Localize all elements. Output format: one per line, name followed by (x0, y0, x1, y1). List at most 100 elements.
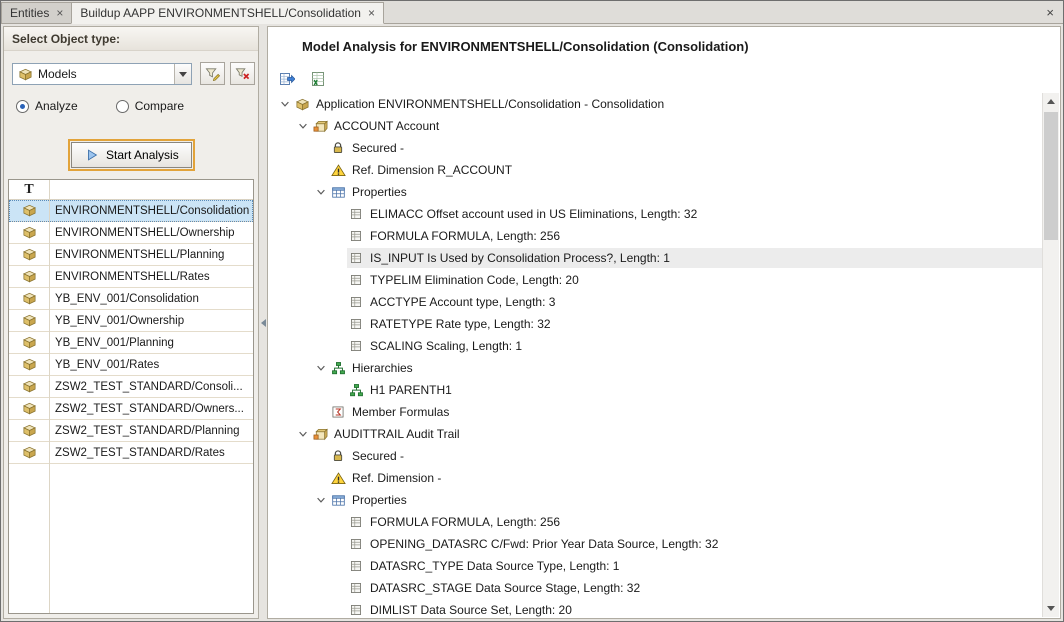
tree-node-content: DIMLIST Data Source Set, Length: 20 (347, 600, 1042, 617)
tree-node[interactable]: DATASRC_TYPE Data Source Type, Length: 1 (269, 555, 1042, 577)
chevron-down-icon[interactable] (313, 362, 329, 374)
model-list-item[interactable]: YB_ENV_001/Planning (9, 332, 253, 354)
tree-indent (277, 258, 331, 259)
tree-node-label: RATETYPE Rate type, Length: 32 (370, 317, 551, 331)
tree-node[interactable]: Member Formulas (269, 401, 1042, 423)
tree-node[interactable]: SCALING Scaling, Length: 1 (269, 335, 1042, 357)
model-list-item[interactable]: ZSW2_TEST_STANDARD/Planning (9, 420, 253, 442)
tree-node-content: FORMULA FORMULA, Length: 256 (347, 226, 1042, 246)
analysis-tree: Application ENVIRONMENTSHELL/Consolidati… (269, 93, 1042, 617)
model-list-item[interactable]: YB_ENV_001/Rates (9, 354, 253, 376)
tree-node-label: SCALING Scaling, Length: 1 (370, 339, 522, 353)
tree-node[interactable]: RATETYPE Rate type, Length: 32 (269, 313, 1042, 335)
tree-node[interactable]: ACCOUNT Account (269, 115, 1042, 137)
export-excel-button[interactable] (305, 67, 331, 91)
tree-node[interactable]: TYPELIM Elimination Code, Length: 20 (269, 269, 1042, 291)
clear-filter-button[interactable] (230, 62, 255, 85)
model-list-item[interactable]: ENVIRONMENTSHELL/Ownership (9, 222, 253, 244)
chevron-down-icon[interactable] (295, 428, 311, 440)
tree-node-content: Ref. Dimension R_ACCOUNT (329, 160, 1042, 180)
model-list-item[interactable]: ENVIRONMENTSHELL/Planning (9, 244, 253, 266)
package-icon (21, 247, 37, 263)
tree-node[interactable]: Ref. Dimension - (269, 467, 1042, 489)
app-window: Entities × Buildup AAPP ENVIRONMENTSHELL… (0, 0, 1064, 622)
tree-node[interactable]: Properties (269, 489, 1042, 511)
tree-node[interactable]: Properties (269, 181, 1042, 203)
export-button[interactable] (274, 67, 300, 91)
tree-node-label: FORMULA FORMULA, Length: 256 (370, 229, 560, 243)
model-list-item[interactable]: YB_ENV_001/Ownership (9, 310, 253, 332)
model-list-item-label: ZSW2_TEST_STANDARD/Owners... (49, 403, 253, 415)
tree-node[interactable]: AUDITTRAIL Audit Trail (269, 423, 1042, 445)
object-type-dropdown[interactable]: Models (12, 63, 192, 85)
table-icon (330, 184, 346, 200)
chevron-down-icon[interactable] (295, 120, 311, 132)
tree-node[interactable]: OPENING_DATASRC C/Fwd: Prior Year Data S… (269, 533, 1042, 555)
tree-node-label: Secured - (352, 449, 404, 463)
tree-indent (277, 148, 313, 149)
tree-node[interactable]: ELIMACC Offset account used in US Elimin… (269, 203, 1042, 225)
compare-radio[interactable]: Compare (116, 99, 184, 113)
tree-node[interactable]: Application ENVIRONMENTSHELL/Consolidati… (269, 93, 1042, 115)
tree-node[interactable]: DIMLIST Data Source Set, Length: 20 (269, 599, 1042, 617)
tree-node-content: Properties (329, 182, 1042, 202)
define-filter-button[interactable] (200, 62, 225, 85)
panel-splitter[interactable] (259, 26, 267, 619)
tab-entities[interactable]: Entities × (1, 2, 72, 23)
dropdown-arrow-button[interactable] (174, 64, 191, 84)
tree-node-content: Hierarchies (329, 358, 1042, 378)
text-filter-button[interactable]: T (9, 182, 49, 198)
model-list-item[interactable]: ZSW2_TEST_STANDARD/Consoli... (9, 376, 253, 398)
property-icon (348, 514, 364, 530)
model-list-item-label: ENVIRONMENTSHELL/Planning (49, 249, 253, 261)
tree-node-content: RATETYPE Rate type, Length: 32 (347, 314, 1042, 334)
dimension-icon (312, 118, 328, 134)
radio-checked-icon (16, 100, 29, 113)
analyze-radio[interactable]: Analyze (16, 99, 78, 113)
model-list-item-label: YB_ENV_001/Consolidation (49, 293, 253, 305)
close-icon[interactable]: × (1037, 5, 1063, 20)
tree-node[interactable]: Hierarchies (269, 357, 1042, 379)
model-list-item[interactable]: ZSW2_TEST_STANDARD/Rates (9, 442, 253, 464)
tree-node[interactable]: Secured - (269, 445, 1042, 467)
close-icon[interactable]: × (56, 7, 63, 19)
model-list-item[interactable]: YB_ENV_001/Consolidation (9, 288, 253, 310)
panel-title: Select Object type: (4, 27, 258, 51)
tree-node[interactable]: Secured - (269, 137, 1042, 159)
tree-node-label: TYPELIM Elimination Code, Length: 20 (370, 273, 579, 287)
chevron-down-icon[interactable] (277, 98, 293, 110)
export-excel-icon (310, 71, 326, 87)
tree-node[interactable]: H1 PARENTH1 (269, 379, 1042, 401)
tree-node[interactable]: Ref. Dimension R_ACCOUNT (269, 159, 1042, 181)
tree-node-content: OPENING_DATASRC C/Fwd: Prior Year Data S… (347, 534, 1042, 554)
tree-indent (277, 588, 331, 589)
tree-node[interactable]: FORMULA FORMULA, Length: 256 (269, 511, 1042, 533)
property-icon (348, 272, 364, 288)
dimension-icon (312, 426, 328, 442)
property-icon (348, 602, 364, 617)
collapse-left-icon (261, 319, 266, 327)
tree-indent (277, 214, 331, 215)
model-list-item-label: ZSW2_TEST_STANDARD/Rates (49, 447, 253, 459)
model-list-item[interactable]: ENVIRONMENTSHELL/Rates (9, 266, 253, 288)
tab-buildup-analysis[interactable]: Buildup AAPP ENVIRONMENTSHELL/Consolidat… (71, 2, 384, 24)
tree-node[interactable]: DATASRC_STAGE Data Source Stage, Length:… (269, 577, 1042, 599)
model-list: T ENVIRONMENTSHELL/ConsolidationENVIRONM… (8, 179, 254, 614)
tree-indent (277, 522, 331, 523)
vertical-scrollbar[interactable] (1042, 93, 1059, 617)
package-icon (294, 96, 310, 112)
tree-node[interactable]: IS_INPUT Is Used by Consolidation Proces… (269, 247, 1042, 269)
scroll-down-button[interactable] (1043, 600, 1059, 617)
tree-indent (277, 368, 313, 369)
tree-node[interactable]: ACCTYPE Account type, Length: 3 (269, 291, 1042, 313)
start-analysis-button[interactable]: Start Analysis (71, 142, 192, 168)
tree-node-content: ACCTYPE Account type, Length: 3 (347, 292, 1042, 312)
scroll-up-button[interactable] (1043, 93, 1059, 110)
close-icon[interactable]: × (368, 7, 375, 19)
tree-node[interactable]: FORMULA FORMULA, Length: 256 (269, 225, 1042, 247)
chevron-down-icon[interactable] (313, 494, 329, 506)
chevron-down-icon[interactable] (313, 186, 329, 198)
model-list-item[interactable]: ZSW2_TEST_STANDARD/Owners... (9, 398, 253, 420)
model-list-item[interactable]: ENVIRONMENTSHELL/Consolidation (9, 200, 253, 222)
scrollbar-thumb[interactable] (1044, 112, 1058, 240)
